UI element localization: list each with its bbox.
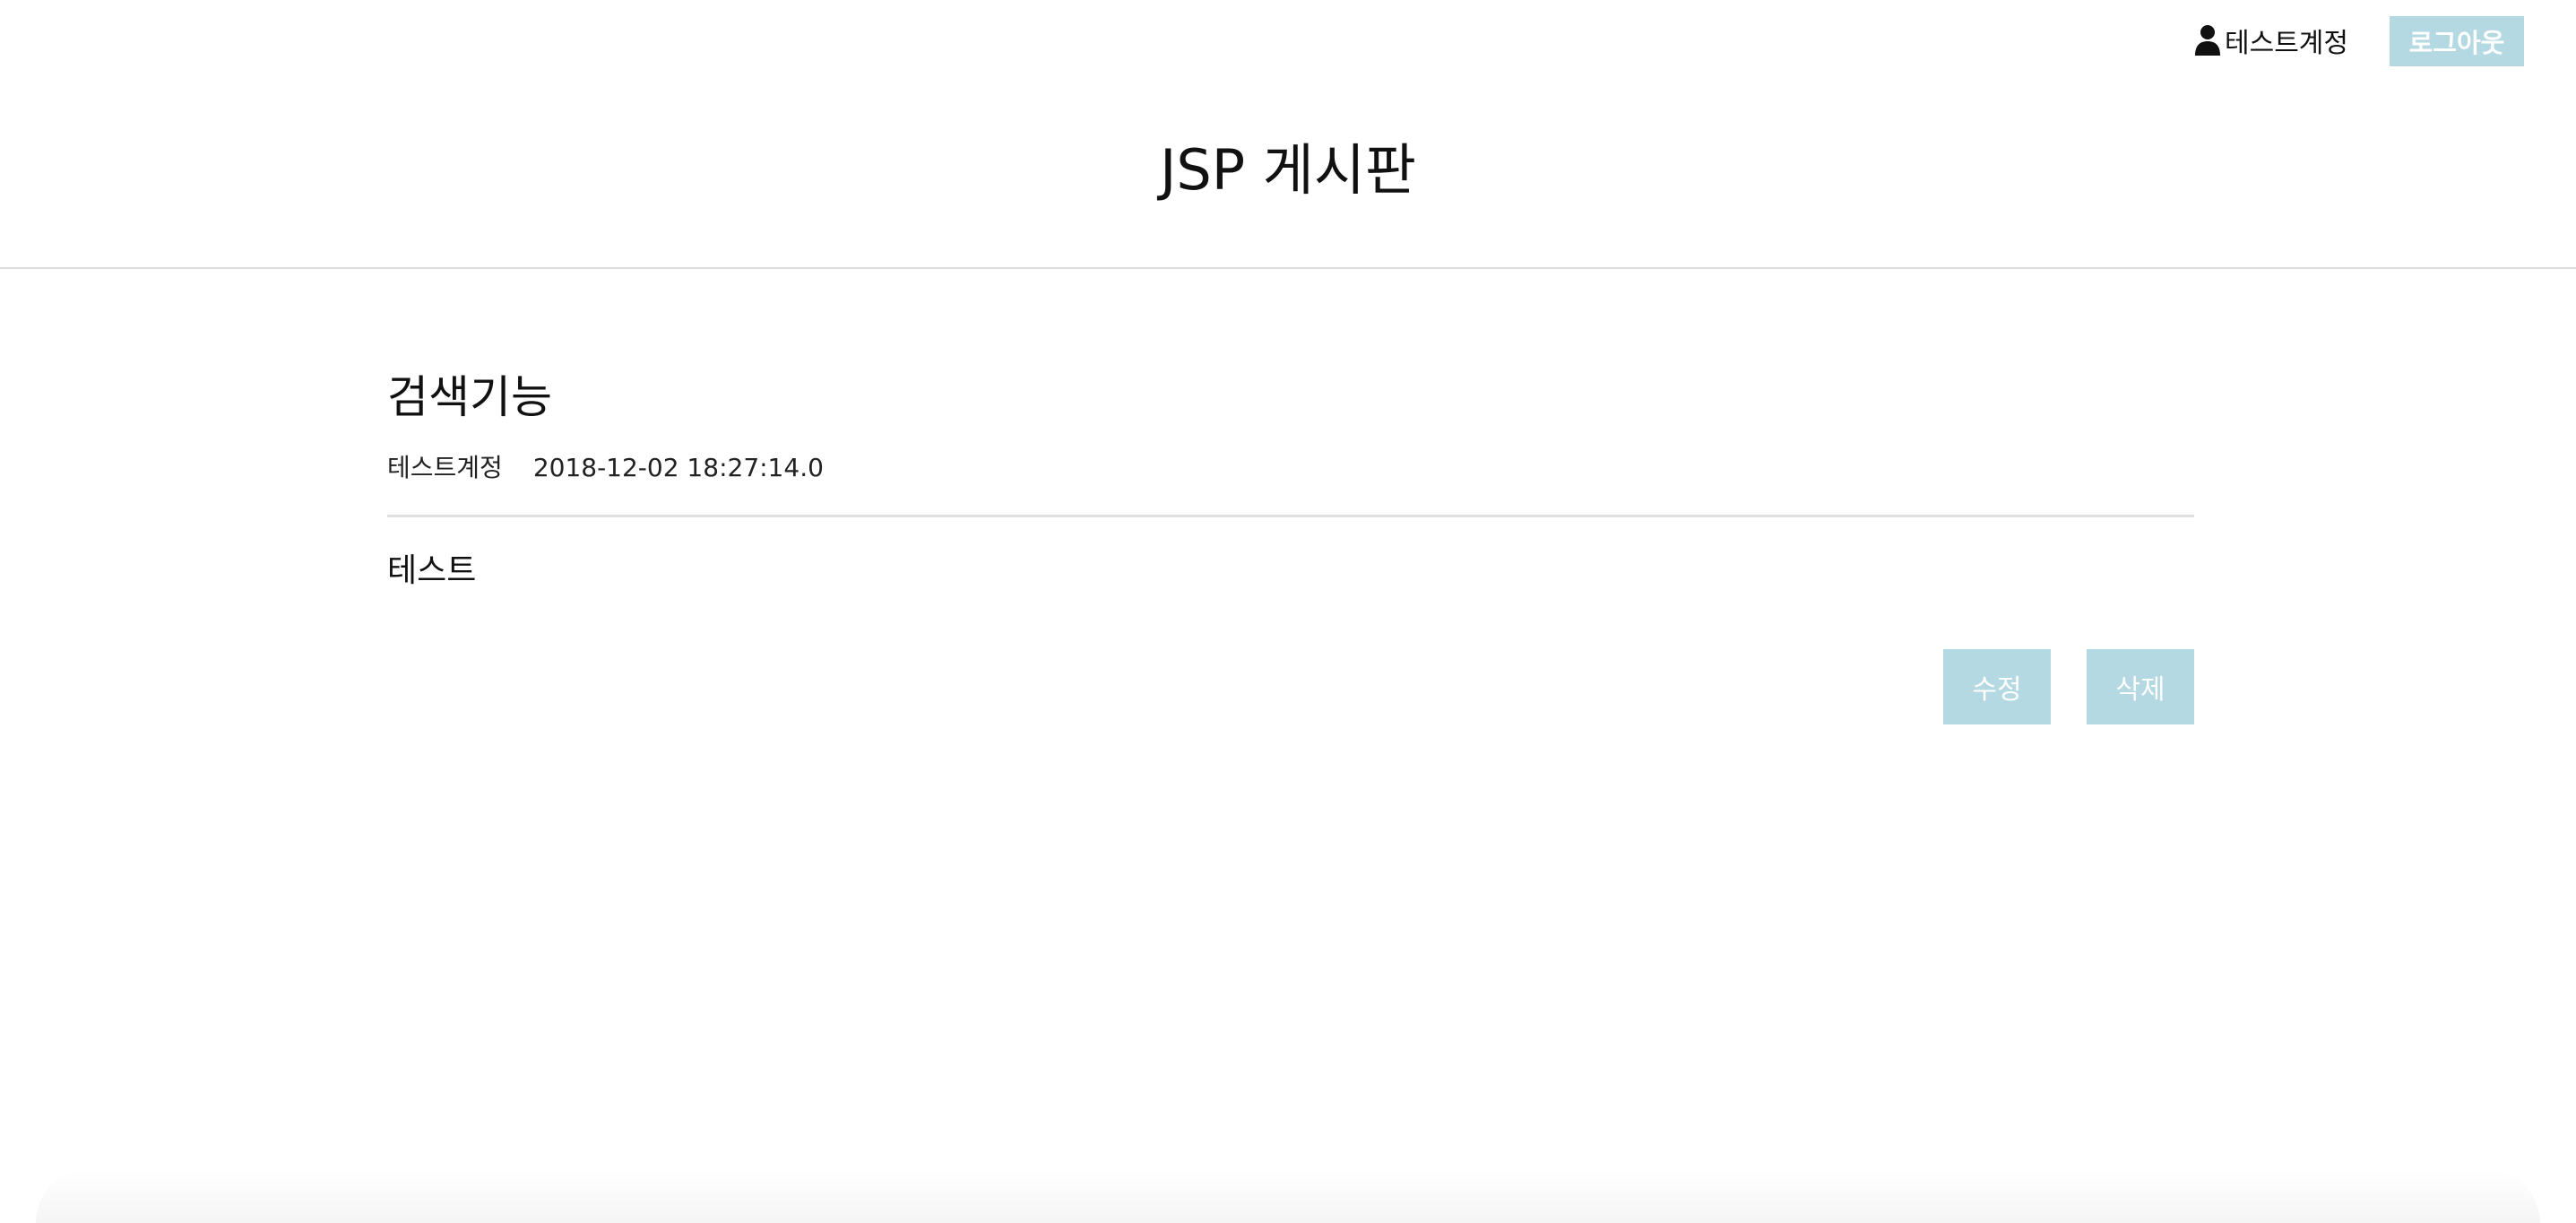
post-meta: 테스트계정 2018-12-02 18:27:14.0 (387, 450, 2194, 486)
user-icon (2194, 24, 2221, 56)
top-bar: 테스트계정 로그아웃 (0, 0, 2576, 81)
post-view: 검색기능 테스트계정 2018-12-02 18:27:14.0 테스트 (387, 359, 2194, 596)
post-body: 테스트 (387, 552, 477, 589)
logout-button[interactable]: 로그아웃 (2390, 16, 2524, 66)
post-divider (387, 515, 2194, 517)
user-info: 테스트계정 (2194, 20, 2348, 61)
post-actions: 수정 삭제 (1943, 649, 2194, 724)
user-name: 테스트계정 (2225, 28, 2348, 59)
post-author: 테스트계정 (387, 453, 503, 482)
bottom-shadow (36, 1169, 2540, 1223)
edit-button[interactable]: 수정 (1943, 649, 2051, 724)
header-divider (0, 267, 2576, 269)
site-title: JSP 게시판 (1160, 137, 1416, 203)
post-date: 2018-12-02 18:27:14.0 (532, 453, 824, 482)
post-title: 검색기능 (387, 371, 552, 423)
delete-button[interactable]: 삭제 (2087, 649, 2194, 724)
